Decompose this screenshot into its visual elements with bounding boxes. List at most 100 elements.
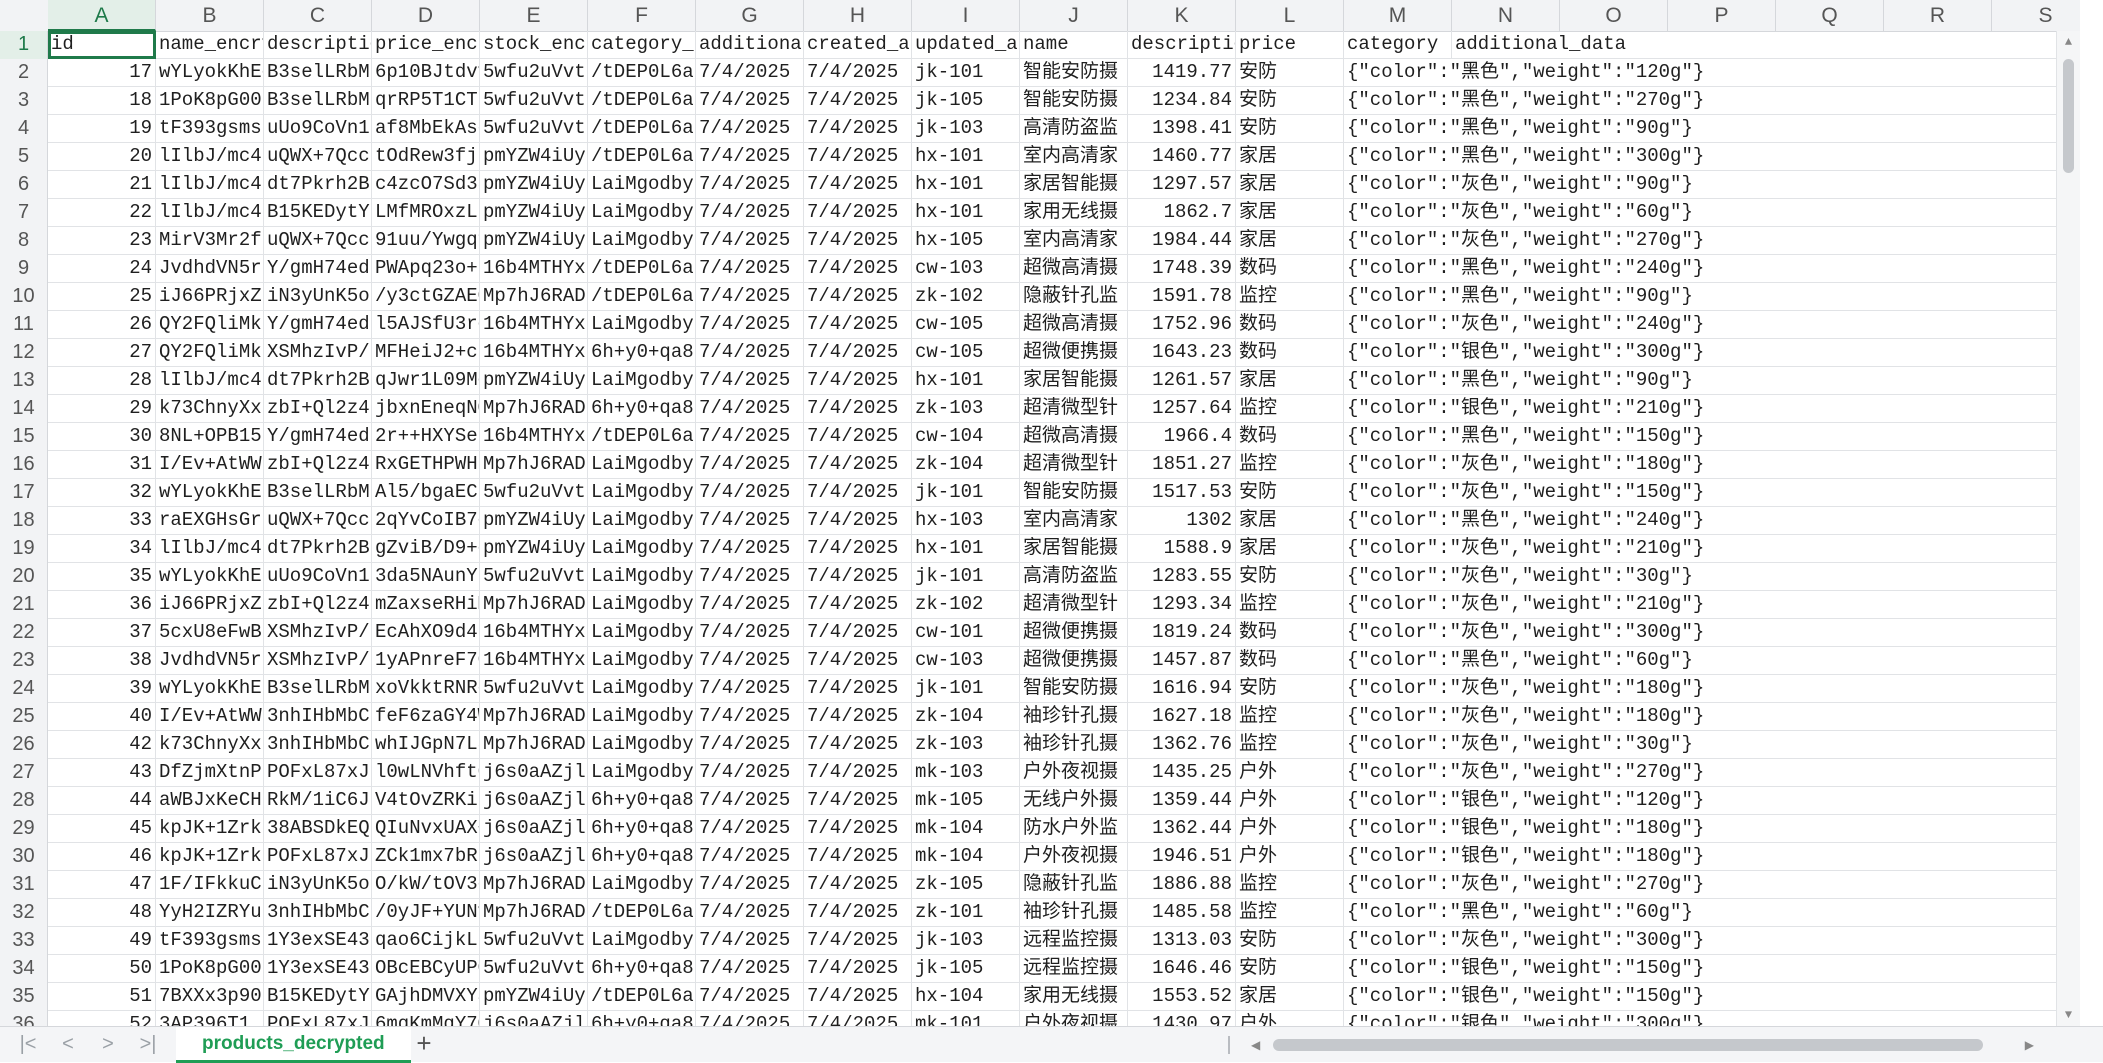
table-cell[interactable]: 7/4/2025 (696, 367, 804, 395)
row-header[interactable]: 15 (0, 423, 48, 451)
table-cell[interactable]: 安防 (1236, 927, 1344, 955)
table-cell[interactable]: {"color":"灰色","weight":"270g"} (1344, 759, 1944, 787)
table-cell[interactable]: 16b4MTHYx (480, 647, 588, 675)
table-cell[interactable]: 45 (48, 815, 156, 843)
row-header[interactable]: 4 (0, 115, 48, 143)
table-cell[interactable]: 7/4/2025 (804, 535, 912, 563)
table-cell[interactable]: 7/4/2025 (804, 563, 912, 591)
table-cell[interactable]: 17 (48, 59, 156, 87)
table-cell[interactable]: 1419.77 (1128, 59, 1236, 87)
table-cell[interactable]: 3da5NAunYBt+kwMqtuV (372, 563, 480, 591)
table-cell[interactable]: k73ChnyXx (156, 731, 264, 759)
table-cell[interactable]: uQWX+7Qcc (264, 143, 372, 171)
table-cell[interactable]: {"color":"灰色","weight":"180g"} (1344, 451, 1944, 479)
table-cell[interactable]: 安防 (1236, 955, 1344, 983)
horizontal-scroll-thumb[interactable] (1273, 1039, 1983, 1051)
table-cell[interactable]: LaiMgodby (588, 563, 696, 591)
table-cell[interactable]: 1283.55 (1128, 563, 1236, 591)
table-cell[interactable]: 7/4/2025 (696, 759, 804, 787)
table-cell[interactable]: /y3ctGZAEGavJFhmjaN (372, 283, 480, 311)
table-cell[interactable]: 7/4/2025 (696, 871, 804, 899)
table-cell[interactable]: Al5/bgaEClowSROohKG (372, 479, 480, 507)
table-cell[interactable]: j6s0aAZjl (480, 815, 588, 843)
table-cell[interactable]: Y/gmH74ed (264, 255, 372, 283)
table-cell[interactable]: 7/4/2025 (804, 983, 912, 1011)
table-cell[interactable]: LaiMgodby (588, 647, 696, 675)
table-cell[interactable]: 2qYvCoIB7cI8Zfw1T1F (372, 507, 480, 535)
table-cell[interactable]: cw-105 (912, 311, 1020, 339)
table-cell[interactable]: 数码 (1236, 647, 1344, 675)
table-cell[interactable]: {"color":"灰色","weight":"210g"} (1344, 591, 1944, 619)
table-cell[interactable]: 1261.57 (1128, 367, 1236, 395)
table-cell[interactable]: PWApq23o+FskgVO0hpe (372, 255, 480, 283)
table-cell[interactable]: {"color":"黑色","weight":"240g"} (1344, 507, 1944, 535)
table-cell[interactable]: Mp7hJ6RAD (480, 899, 588, 927)
row-header[interactable]: 29 (0, 815, 48, 843)
table-cell[interactable]: 数码 (1236, 423, 1344, 451)
table-cell[interactable]: 2r++HXYSeb7yP7BKDAp (372, 423, 480, 451)
table-cell[interactable]: 7/4/2025 (804, 255, 912, 283)
table-cell[interactable]: /tDEP0L6a (588, 283, 696, 311)
table-cell[interactable]: {"color":"银色","weight":"300g"} (1344, 1011, 1944, 1026)
table-cell[interactable]: 16b4MTHYx (480, 619, 588, 647)
table-cell[interactable]: 1Y3exSE43 (264, 927, 372, 955)
table-cell[interactable]: {"color":"银色","weight":"120g"} (1344, 787, 1944, 815)
table-cell[interactable]: cw-105 (912, 339, 1020, 367)
table-cell[interactable]: Y/gmH74ed (264, 311, 372, 339)
table-cell[interactable]: POFxL87xJ (264, 843, 372, 871)
table-cell[interactable]: 32 (48, 479, 156, 507)
table-cell[interactable]: zk-104 (912, 703, 1020, 731)
table-cell[interactable]: O/kW/tOV3eJ1ha9tAXs (372, 871, 480, 899)
table-cell[interactable]: 23 (48, 227, 156, 255)
table-cell[interactable]: 5cxU8eFwB (156, 619, 264, 647)
table-cell[interactable]: lIlbJ/mc4 (156, 367, 264, 395)
table-cell[interactable]: {"color":"灰色","weight":"270g"} (1344, 871, 1944, 899)
table-cell[interactable]: jbxnEneqNOpsSKeJwKX (372, 395, 480, 423)
row-header[interactable]: 5 (0, 143, 48, 171)
table-cell[interactable]: 安防 (1236, 675, 1344, 703)
table-cell[interactable]: 1234.84 (1128, 87, 1236, 115)
header-cell[interactable]: created_a (804, 31, 912, 59)
row-header[interactable]: 22 (0, 619, 48, 647)
table-cell[interactable]: 1313.03 (1128, 927, 1236, 955)
header-cell[interactable]: price_enc (372, 31, 480, 59)
table-cell[interactable]: 3nhIHbMbC (264, 731, 372, 759)
table-cell[interactable]: kpJK+1Zrk (156, 815, 264, 843)
table-cell[interactable]: 安防 (1236, 115, 1344, 143)
table-cell[interactable]: 40 (48, 703, 156, 731)
table-cell[interactable]: zbI+Ql2z4 (264, 451, 372, 479)
scroll-up-icon[interactable]: ▲ (2057, 35, 2080, 49)
table-cell[interactable]: 1517.53 (1128, 479, 1236, 507)
table-cell[interactable]: 37 (48, 619, 156, 647)
scroll-splitter[interactable] (1228, 1036, 1230, 1054)
table-cell[interactable]: 安防 (1236, 479, 1344, 507)
table-cell[interactable]: 1430.97 (1128, 1011, 1236, 1026)
table-cell[interactable]: uUo9CoVn1 (264, 115, 372, 143)
table-cell[interactable]: pmYZW4iUy (480, 227, 588, 255)
column-header-m[interactable]: M (1344, 0, 1452, 31)
table-cell[interactable]: 智能安防摄 (1020, 59, 1128, 87)
table-cell[interactable]: 无线户外摄 (1020, 787, 1128, 815)
table-cell[interactable]: j6s0aAZjl (480, 759, 588, 787)
table-cell[interactable]: jk-101 (912, 59, 1020, 87)
column-header-p[interactable]: P (1668, 0, 1776, 31)
table-cell[interactable]: 1627.18 (1128, 703, 1236, 731)
table-cell[interactable]: 7/4/2025 (696, 983, 804, 1011)
table-cell[interactable]: LaiMgodby (588, 451, 696, 479)
table-cell[interactable]: 7/4/2025 (804, 675, 912, 703)
row-header[interactable]: 18 (0, 507, 48, 535)
row-header[interactable]: 32 (0, 899, 48, 927)
row-header[interactable]: 27 (0, 759, 48, 787)
table-cell[interactable]: 7/4/2025 (804, 311, 912, 339)
table-cell[interactable]: GAjhDMVXYaY2spzEN+R (372, 983, 480, 1011)
header-cell[interactable]: category_ (588, 31, 696, 59)
table-cell[interactable]: uQWX+7Qcc (264, 507, 372, 535)
table-cell[interactable]: 7/4/2025 (804, 367, 912, 395)
table-cell[interactable]: 1485.58 (1128, 899, 1236, 927)
table-cell[interactable]: j6s0aAZjl (480, 843, 588, 871)
row-header[interactable]: 7 (0, 199, 48, 227)
table-cell[interactable]: {"color":"灰色","weight":"300g"} (1344, 619, 1944, 647)
table-cell[interactable]: 36 (48, 591, 156, 619)
table-cell[interactable]: Mp7hJ6RAD (480, 395, 588, 423)
table-cell[interactable]: 27 (48, 339, 156, 367)
